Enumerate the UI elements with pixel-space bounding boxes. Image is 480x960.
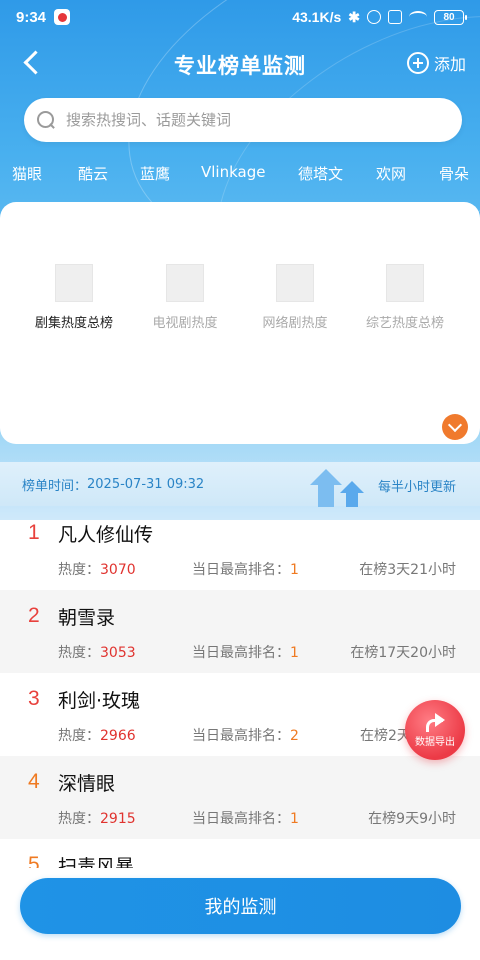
list-time-strip: 榜单时间： 2025-07-31 09:32 每半小时更新 bbox=[0, 462, 480, 506]
status-indicators: 43.1K/s ✱ 80 bbox=[292, 8, 467, 26]
best-rank-value: 2 bbox=[290, 728, 299, 744]
rank-title: 朝雪录 bbox=[58, 607, 116, 629]
chart-thumbnail bbox=[55, 264, 93, 302]
plus-circle-icon bbox=[406, 52, 429, 74]
heat-value: 3070 bbox=[100, 562, 136, 578]
heat-label: 热度： bbox=[58, 562, 100, 578]
heat-field: 热度：2915 bbox=[58, 808, 136, 828]
rank-title: 凡人修仙传 bbox=[58, 524, 154, 546]
tab-lanying[interactable]: 蓝鹰 bbox=[140, 163, 170, 184]
best-rank-field: 当日最高排名：1 bbox=[192, 808, 299, 828]
heat-value: 3053 bbox=[100, 645, 136, 661]
rank-title: 利剑·玫瑰 bbox=[58, 690, 141, 712]
list-time-value: 2025-07-31 09:32 bbox=[87, 476, 205, 492]
rank-number: 1 bbox=[28, 521, 40, 544]
chart-type-label: 电视剧热度 bbox=[152, 316, 218, 331]
on-list-duration: 在榜9天9小时 bbox=[368, 811, 456, 827]
heat-label: 热度： bbox=[58, 811, 100, 827]
best-rank-value: 1 bbox=[290, 562, 299, 578]
search-input[interactable] bbox=[66, 111, 446, 129]
my-monitor-button[interactable]: 我的监测 bbox=[20, 878, 461, 934]
tab-vlinkage[interactable]: Vlinkage bbox=[201, 163, 265, 181]
chart-type-variety-total[interactable]: 综艺热度总榜 bbox=[350, 264, 460, 331]
best-rank-label: 当日最高排名： bbox=[192, 645, 290, 661]
battery-icon: 80 bbox=[434, 9, 467, 25]
heat-field: 热度：3053 bbox=[58, 642, 136, 662]
heat-label: 热度： bbox=[58, 728, 100, 744]
best-rank-field: 当日最高排名：1 bbox=[192, 559, 299, 579]
tab-guduo[interactable]: 骨朵 bbox=[439, 163, 469, 184]
on-list-duration: 在榜3天21小时 bbox=[359, 562, 456, 578]
best-rank-field: 当日最高排名：2 bbox=[192, 725, 299, 745]
chevron-down-icon[interactable] bbox=[442, 414, 468, 440]
mute-icon bbox=[367, 10, 381, 24]
chart-type-web-drama[interactable]: 网络剧热度 bbox=[240, 264, 350, 331]
rank-title: 深情眼 bbox=[58, 773, 116, 795]
sim-icon bbox=[388, 10, 402, 24]
nav-bar: 专业榜单监测 添加 bbox=[0, 40, 480, 86]
rank-number: 3 bbox=[28, 687, 40, 710]
data-export-button[interactable]: 数据导出 bbox=[405, 700, 465, 760]
tab-detawen[interactable]: 德塔文 bbox=[298, 163, 343, 184]
heat-field: 热度：3070 bbox=[58, 559, 136, 579]
tab-huanwang[interactable]: 欢网 bbox=[376, 163, 406, 184]
chart-type-label: 网络剧热度 bbox=[262, 316, 328, 331]
best-rank-label: 当日最高排名： bbox=[192, 562, 290, 578]
on-list-duration: 在榜17天20小时 bbox=[350, 645, 456, 661]
best-rank-value: 1 bbox=[290, 645, 299, 661]
status-bar: 9:34 43.1K/s ✱ 80 bbox=[0, 0, 480, 34]
chart-type-drama-total[interactable]: 剧集热度总榜 bbox=[19, 264, 129, 331]
source-tabs: 猫眼 酷云 蓝鹰 Vlinkage 德塔文 欢网 骨朵 bbox=[0, 160, 480, 188]
rank-number: 2 bbox=[28, 604, 40, 627]
app-notification-icon bbox=[54, 9, 71, 25]
wifi-icon bbox=[409, 11, 427, 23]
net-speed: 43.1K/s bbox=[292, 9, 342, 25]
best-rank-label: 当日最高排名： bbox=[192, 811, 290, 827]
chart-type-label: 剧集热度总榜 bbox=[34, 316, 113, 331]
chart-thumbnail bbox=[386, 264, 424, 302]
heat-value: 2966 bbox=[100, 728, 136, 744]
best-rank-field: 当日最高排名：1 bbox=[192, 642, 299, 662]
best-rank-value: 1 bbox=[290, 811, 299, 827]
best-rank-label: 当日最高排名： bbox=[192, 728, 290, 744]
heat-label: 热度： bbox=[58, 645, 100, 661]
chart-thumbnail bbox=[166, 264, 204, 302]
add-button[interactable]: 添加 bbox=[406, 51, 466, 75]
list-time-label: 榜单时间： bbox=[22, 478, 88, 494]
rank-number: 4 bbox=[28, 770, 40, 793]
battery-level: 80 bbox=[443, 11, 455, 23]
tab-kuyun[interactable]: 酷云 bbox=[78, 163, 108, 184]
tab-maoyan[interactable]: 猫眼 bbox=[12, 163, 42, 184]
rank-row[interactable]: 4 深情眼 热度：2915 当日最高排名：1 在榜9天9小时 bbox=[0, 756, 480, 839]
search-icon bbox=[36, 110, 56, 130]
rank-row[interactable]: 1 凡人修仙传 热度：3070 当日最高排名：1 在榜3天21小时 bbox=[0, 507, 480, 590]
on-list-duration: 在榜2天 bbox=[360, 728, 411, 744]
bluetooth-icon: ✱ bbox=[348, 8, 360, 25]
rank-row[interactable]: 2 朝雪录 热度：3053 当日最高排名：1 在榜17天20小时 bbox=[0, 590, 480, 673]
status-time: 9:34 bbox=[16, 8, 47, 26]
export-label: 数据导出 bbox=[415, 736, 455, 748]
search-bar[interactable] bbox=[24, 98, 462, 142]
add-label: 添加 bbox=[433, 55, 466, 74]
share-icon bbox=[424, 712, 446, 732]
heat-value: 2915 bbox=[100, 811, 136, 827]
chart-type-label: 综艺热度总榜 bbox=[365, 316, 444, 331]
chart-type-tv-drama[interactable]: 电视剧热度 bbox=[130, 264, 240, 331]
heat-field: 热度：2966 bbox=[58, 725, 136, 745]
chart-type-card: 剧集热度总榜 电视剧热度 网络剧热度 综艺热度总榜 bbox=[0, 202, 480, 444]
chart-thumbnail bbox=[276, 264, 314, 302]
update-note: 每半小时更新 bbox=[377, 480, 456, 495]
rising-arrows-icon bbox=[310, 469, 364, 507]
